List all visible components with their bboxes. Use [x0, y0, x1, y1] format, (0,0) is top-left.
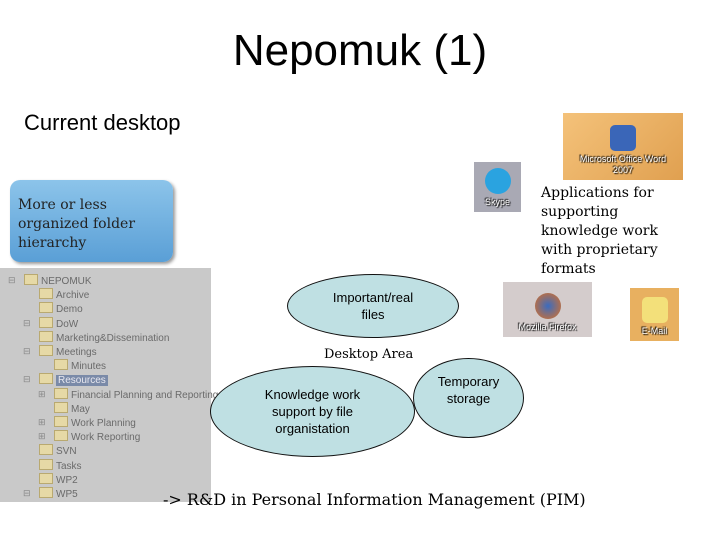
- apps-label: Applications for supporting knowledge wo…: [541, 185, 658, 277]
- expand-toggle[interactable]: ⊟: [23, 488, 31, 499]
- word-icon: [610, 125, 636, 151]
- folder-icon: [54, 416, 68, 427]
- folder-label: Work Planning: [71, 418, 136, 429]
- folder-icon: [39, 373, 53, 385]
- folder-icon: [39, 316, 53, 328]
- folder-item[interactable]: Archive: [39, 288, 89, 302]
- folder-icon: [24, 274, 38, 285]
- folder-icon: [39, 472, 53, 484]
- folder-item[interactable]: Marketing&Dissemination: [39, 330, 170, 345]
- folder-item[interactable]: Minutes: [54, 359, 106, 373]
- footer-note: -> R&D in Personal Information Managemen…: [163, 490, 586, 509]
- email-icon: [641, 297, 668, 323]
- ellipse-knowledge-text: Knowledge work support by file organista…: [264, 387, 361, 436]
- ellipse-important-files: Important/real files: [287, 274, 459, 338]
- ellipse-temporary-storage: Temporary storage: [413, 358, 524, 438]
- folder-icon: [39, 330, 53, 342]
- desktop-icon-email[interactable]: E-Mail: [630, 288, 679, 341]
- folder-icon: [39, 345, 53, 356]
- folder-item[interactable]: SVN: [39, 444, 77, 458]
- folder-icon: [39, 444, 53, 456]
- folder-item[interactable]: Financial Planning and Reporting: [54, 387, 219, 402]
- folder-tree: ⊟ NEPOMUK Archive Demo ⊟ DoW Marketing&Dissemi…: [0, 268, 218, 502]
- folder-label: Meetings: [56, 347, 97, 358]
- firefox-label: Mozilla Firefox: [518, 322, 577, 332]
- folder-label: Resources: [56, 375, 108, 387]
- folder-label: WP5: [56, 489, 78, 500]
- folder-label: DoW: [56, 318, 79, 330]
- expand-toggle[interactable]: ⊞: [38, 389, 46, 400]
- ellipse-knowledge-work: Knowledge work support by file organista…: [210, 366, 415, 457]
- folder-item[interactable]: Demo: [39, 302, 83, 316]
- expand-toggle[interactable]: ⊞: [38, 431, 46, 442]
- folder-label: SVN: [56, 446, 77, 458]
- folder-item[interactable]: WP2: [39, 472, 78, 487]
- slide-subtitle: Current desktop: [24, 110, 181, 135]
- folder-item[interactable]: Work Planning: [54, 416, 136, 430]
- folder-label: NEPOMUK: [41, 276, 92, 287]
- skype-label: Skype: [484, 197, 510, 207]
- folder-callout-text: More or less organized folder hierarchy: [18, 197, 136, 251]
- folder-icon: [54, 387, 68, 399]
- skype-icon: [484, 168, 511, 194]
- folder-item[interactable]: NEPOMUK: [24, 274, 92, 288]
- folder-label: Financial Planning and Reporting: [71, 389, 219, 401]
- firefox-icon: [534, 293, 561, 319]
- folder-item[interactable]: WP5: [39, 487, 78, 501]
- expand-toggle[interactable]: ⊟: [8, 275, 16, 286]
- folder-item[interactable]: Work Reporting: [54, 430, 140, 444]
- desktop-icon-firefox[interactable]: Mozilla Firefox: [503, 282, 592, 337]
- expand-toggle[interactable]: ⊞: [38, 417, 46, 428]
- expand-toggle[interactable]: ⊟: [23, 374, 31, 385]
- folder-icon: [54, 401, 68, 413]
- folder-label: Marketing&Dissemination: [56, 332, 170, 344]
- folder-icon: [39, 458, 53, 470]
- ellipse-temporary-text: Temporary storage: [437, 374, 500, 406]
- slide-title: Nepomuk (1): [232, 26, 488, 75]
- folder-item[interactable]: DoW: [39, 316, 79, 331]
- word-label: Microsoft Office Word 2007: [579, 154, 667, 175]
- folder-label: WP2: [56, 474, 78, 486]
- folder-label: Demo: [56, 304, 83, 316]
- folder-item[interactable]: Resources: [39, 373, 108, 387]
- folder-label: Work Reporting: [71, 432, 141, 444]
- folder-item[interactable]: Tasks: [39, 458, 82, 473]
- folder-label: Tasks: [56, 460, 82, 472]
- folder-icon: [54, 359, 68, 371]
- expand-toggle[interactable]: ⊟: [23, 318, 31, 329]
- expand-toggle[interactable]: ⊟: [23, 346, 31, 357]
- folder-icon: [39, 302, 53, 314]
- folder-label: Archive: [56, 290, 90, 302]
- folder-label: Minutes: [71, 361, 107, 373]
- desktop-icon-word[interactable]: Microsoft Office Word 2007: [563, 113, 683, 180]
- folder-icon: [54, 430, 68, 442]
- folder-label: May: [71, 403, 90, 415]
- folder-icon: [39, 288, 53, 300]
- ellipse-important-text: Important/real files: [332, 290, 414, 322]
- folder-callout: More or less organized folder hierarchy: [10, 180, 173, 262]
- email-label: E-Mail: [641, 326, 668, 336]
- desktop-icon-skype[interactable]: Skype: [474, 162, 521, 212]
- folder-item[interactable]: Meetings: [39, 345, 97, 359]
- folder-icon: [39, 487, 53, 498]
- folder-item[interactable]: May: [54, 401, 90, 416]
- desktop-area-label: Desktop Area: [324, 347, 414, 362]
